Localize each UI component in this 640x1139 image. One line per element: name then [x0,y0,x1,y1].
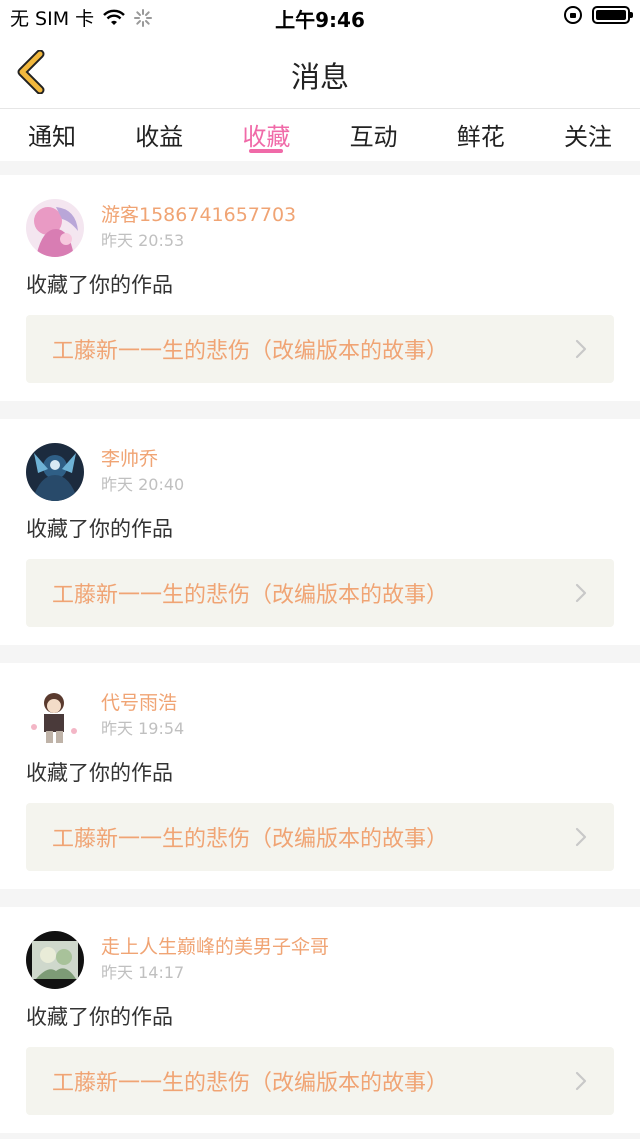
action-text: 收藏了你的作品 [26,761,173,785]
item-meta: 走上人生巅峰的美男子伞哥 昨天 14:17 [101,931,329,984]
avatar-image [26,443,84,501]
item-meta: 李帅乔 昨天 20:40 [101,443,184,496]
page-title: 消息 [290,60,349,94]
message-list: 游客1586741657703 昨天 20:53 收藏了你的作品 工藤新一一生的… [0,161,640,1133]
tab-label: 鲜花 [456,123,505,151]
work-title: 工藤新一一生的悲伤（改编版本的故事） [52,827,449,852]
tab-follows[interactable]: 关注 [556,109,620,161]
tab-label: 通知 [28,123,76,151]
action-text: 收藏了你的作品 [26,273,173,297]
tab-label: 收藏 [242,123,291,151]
username[interactable]: 李帅乔 [101,446,184,472]
tab-flowers[interactable]: 鲜花 [449,109,513,161]
status-right [564,6,633,24]
chevron-right-icon [575,583,587,603]
work-link[interactable]: 工藤新一一生的悲伤（改编版本的故事） [26,315,614,383]
action-text: 收藏了你的作品 [26,1005,173,1029]
list-item: 李帅乔 昨天 20:40 收藏了你的作品 工藤新一一生的悲伤（改编版本的故事） [0,419,640,645]
avatar[interactable] [26,687,84,745]
chevron-right-icon [575,827,587,847]
avatar-image [26,687,84,745]
list-item: 游客1586741657703 昨天 20:53 收藏了你的作品 工藤新一一生的… [0,175,640,401]
item-header: 走上人生巅峰的美男子伞哥 昨天 14:17 [26,931,614,989]
timestamp: 昨天 20:53 [101,231,185,250]
avatar[interactable] [26,199,84,257]
timestamp: 昨天 14:17 [101,963,185,982]
messages-screen: 无 SIM 卡 上午9:46 消息 通知 收益 收藏 互动 鲜花 关注 游客15… [0,0,640,1139]
nav-bar: 消息 [0,36,640,109]
rotation-lock-icon [564,6,582,24]
list-item: 代号雨浩 昨天 19:54 收藏了你的作品 工藤新一一生的悲伤（改编版本的故事） [0,663,640,889]
tab-label: 关注 [563,123,612,151]
list-item: 走上人生巅峰的美男子伞哥 昨天 14:17 收藏了你的作品 工藤新一一生的悲伤（… [0,907,640,1133]
username[interactable]: 走上人生巅峰的美男子伞哥 [101,934,329,960]
tab-label: 收益 [135,123,184,151]
battery-icon [592,6,633,24]
work-title: 工藤新一一生的悲伤（改编版本的故事） [52,583,449,608]
status-time: 上午9:46 [275,8,365,32]
work-link[interactable]: 工藤新一一生的悲伤（改编版本的故事） [26,1047,614,1115]
tab-favorites[interactable]: 收藏 [234,109,298,161]
tab-earnings[interactable]: 收益 [127,109,191,161]
timestamp: 昨天 20:40 [101,475,185,494]
timestamp: 昨天 19:54 [101,719,185,738]
avatar-image [26,199,84,257]
chevron-right-icon [575,339,587,359]
username[interactable]: 游客1586741657703 [101,202,296,228]
item-meta: 游客1586741657703 昨天 20:53 [101,199,296,252]
status-bar: 无 SIM 卡 上午9:46 [0,0,640,36]
work-title: 工藤新一一生的悲伤（改编版本的故事） [52,339,449,364]
tab-notifications[interactable]: 通知 [20,109,84,161]
item-header: 代号雨浩 昨天 19:54 [26,687,614,745]
item-header: 李帅乔 昨天 20:40 [26,443,614,501]
work-link[interactable]: 工藤新一一生的悲伤（改编版本的故事） [26,803,614,871]
avatar[interactable] [26,443,84,501]
work-link[interactable]: 工藤新一一生的悲伤（改编版本的故事） [26,559,614,627]
item-header: 游客1586741657703 昨天 20:53 [26,199,614,257]
avatar-image [26,931,84,989]
tab-bar: 通知 收益 收藏 互动 鲜花 关注 [0,109,640,161]
chevron-right-icon [575,1071,587,1091]
active-tab-indicator [249,149,284,153]
work-title: 工藤新一一生的悲伤（改编版本的故事） [52,1071,449,1096]
username[interactable]: 代号雨浩 [101,690,184,716]
tab-interactions[interactable]: 互动 [342,109,406,161]
item-meta: 代号雨浩 昨天 19:54 [101,687,184,740]
action-text: 收藏了你的作品 [26,517,173,541]
avatar[interactable] [26,931,84,989]
tab-label: 互动 [349,123,398,151]
